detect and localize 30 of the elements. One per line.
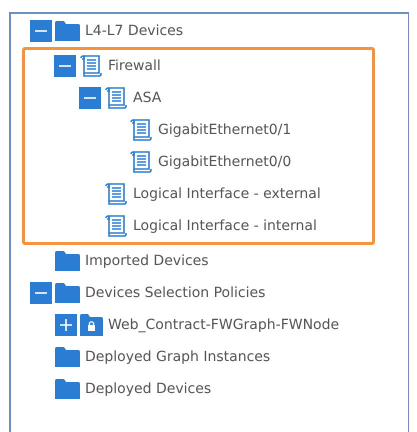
- locked-folder-icon: [80, 314, 103, 336]
- tree-item-label[interactable]: Deployed Graph Instances: [85, 349, 270, 365]
- collapse-toggle[interactable]: [54, 55, 76, 77]
- scroll-document-icon: [129, 150, 153, 174]
- collapse-toggle[interactable]: [79, 87, 101, 109]
- scroll-document-icon: [79, 54, 103, 78]
- folder-icon: [55, 251, 80, 271]
- tree-item-label[interactable]: Firewall: [108, 58, 161, 74]
- collapse-toggle[interactable]: [30, 282, 52, 304]
- tree-item-label[interactable]: Logical Interface - internal: [133, 218, 317, 234]
- tree-item-label[interactable]: Deployed Devices: [85, 381, 212, 397]
- plus-icon: [59, 318, 73, 332]
- scroll-document-icon: [104, 182, 128, 206]
- tree-item-label[interactable]: L4-L7 Devices: [85, 23, 184, 39]
- scroll-document-icon: [129, 118, 153, 142]
- tree-item-label[interactable]: GigabitEthernet0/0: [158, 154, 292, 170]
- folder-icon: [55, 379, 80, 399]
- tree-item-label[interactable]: Web_Contract-FWGraph-FWNode: [108, 317, 340, 333]
- tree-item-label[interactable]: Devices Selection Policies: [85, 285, 266, 301]
- scroll-document-icon: [104, 214, 128, 238]
- collapse-toggle[interactable]: [30, 20, 52, 42]
- tree-item-label[interactable]: GigabitEthernet0/1: [158, 122, 292, 138]
- scroll-document-icon: [104, 86, 128, 110]
- folder-icon: [55, 347, 80, 367]
- expand-toggle[interactable]: [55, 314, 77, 336]
- folder-icon: [55, 283, 80, 303]
- tree-item-label[interactable]: ASA: [133, 90, 162, 106]
- tree-item-label[interactable]: Imported Devices: [85, 253, 209, 269]
- tree-item-label[interactable]: Logical Interface - external: [133, 186, 321, 202]
- folder-icon: [55, 21, 80, 41]
